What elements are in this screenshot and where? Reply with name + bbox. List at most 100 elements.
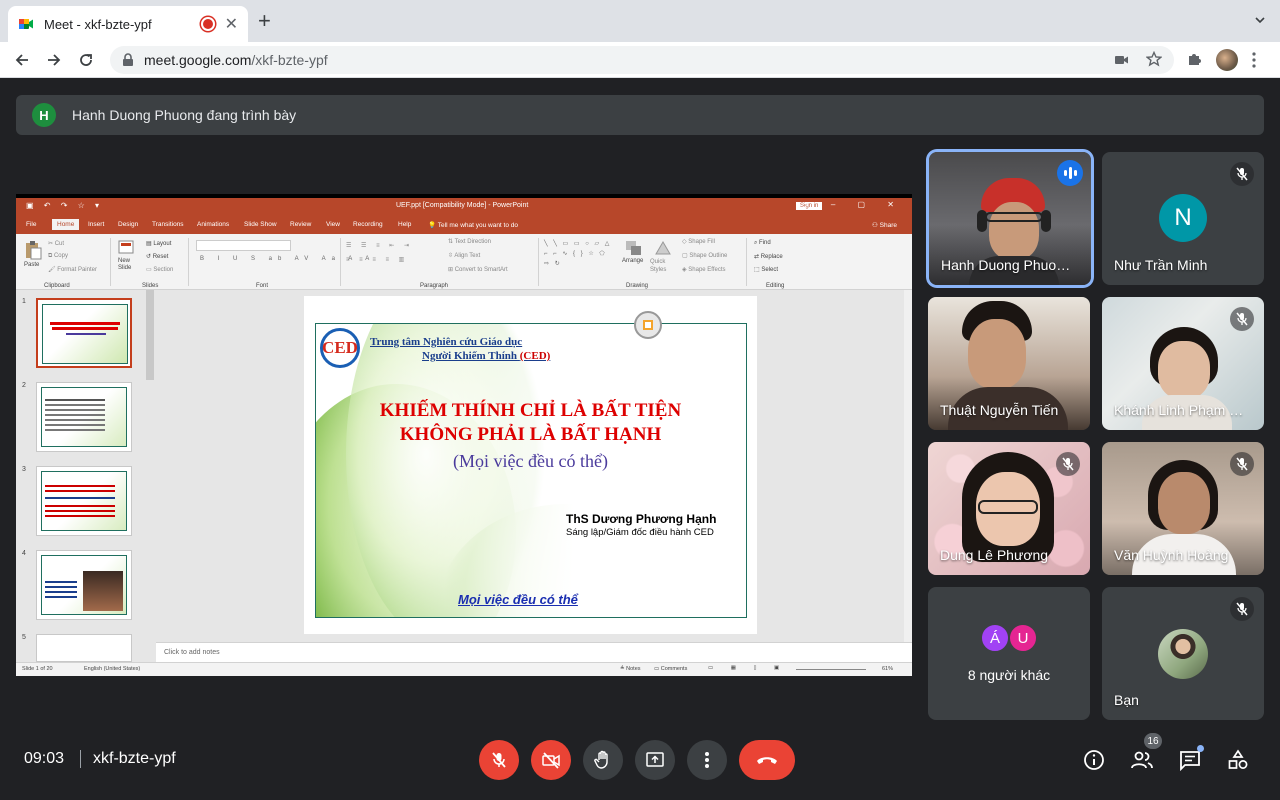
- ppt-align-text-label: Align Text: [454, 253, 481, 259]
- ppt-quick-access-icons: ▣ ↶ ↷ ☆ ▾: [26, 201, 104, 210]
- meet-favicon-icon: [19, 19, 33, 29]
- leave-call-button[interactable]: [739, 740, 795, 780]
- tab-search-chevron-icon[interactable]: [1254, 14, 1266, 26]
- activities-shapes-icon: [1228, 749, 1248, 769]
- activities-button[interactable]: [1226, 748, 1250, 772]
- ppt-select: ⬚ Select: [754, 267, 779, 273]
- slide-thumbnail: [36, 550, 132, 620]
- address-bar[interactable]: meet.google.com/xkf-bzte-ypf: [110, 46, 1174, 74]
- ppt-cut-label: Cut: [54, 241, 65, 247]
- thumb-number: 3: [22, 466, 26, 473]
- extensions-puzzle-icon[interactable]: [1186, 51, 1202, 67]
- ppt-tab-file: File: [26, 221, 37, 228]
- ppt-ribbon-separator: [110, 238, 111, 286]
- browser-tab[interactable]: Meet - xkf-bzte-ypf ✕: [8, 6, 248, 42]
- ppt-layout-label: Layout: [153, 241, 172, 247]
- ppt-tab-slideshow: Slide Show: [244, 221, 277, 228]
- toggle-mic-button[interactable]: [479, 740, 519, 780]
- self-tile[interactable]: Bạn: [1102, 587, 1264, 720]
- tab-title: Meet - xkf-bzte-ypf: [44, 16, 152, 32]
- presenter-avatar: H: [32, 103, 56, 127]
- ppt-tab-review: Review: [290, 221, 312, 228]
- reload-button[interactable]: [76, 50, 96, 70]
- ppt-new-slide-icon: [118, 240, 134, 254]
- ppt-ribbon-separator: [746, 238, 747, 286]
- ppt-shape-effects: ◈ Shape Effects: [682, 267, 726, 273]
- more-options-button[interactable]: [687, 740, 727, 780]
- back-button[interactable]: [12, 50, 32, 70]
- ppt-reset-label: Reset: [152, 254, 169, 260]
- ppt-group-paragraph: Paragraph: [420, 283, 449, 289]
- participant-tile[interactable]: Khánh Linh Phạm …: [1102, 297, 1264, 430]
- participant-tile[interactable]: N Như Trần Minh: [1102, 152, 1264, 285]
- thumb-number: 2: [22, 382, 26, 389]
- present-screen-icon: [646, 752, 664, 767]
- ppt-group-clipboard: Clipboard: [44, 283, 70, 289]
- ppt-tab-animations: Animations: [197, 221, 230, 228]
- ppt-find-label: Find: [759, 240, 771, 246]
- bookmark-star-icon[interactable]: [1146, 51, 1162, 67]
- ppt-text-direction: ⇅ Text Direction: [448, 239, 491, 245]
- new-tab-button[interactable]: +: [258, 10, 271, 32]
- forward-button[interactable]: [44, 50, 64, 70]
- mic-off-icon: [1230, 307, 1254, 331]
- thumb-number: 4: [22, 550, 26, 557]
- participant-tile[interactable]: Hanh Duong Phuo…: [929, 152, 1091, 285]
- ppt-shape-effects-label: Shape Effects: [688, 267, 726, 273]
- slide-thumbnail: [36, 298, 132, 368]
- ppt-copy: ⧉ Copy: [48, 253, 68, 259]
- ppt-new-slide-label: New Slide: [118, 258, 132, 271]
- participant-name: Văn Huỳnh Hoàng: [1114, 547, 1229, 563]
- speaking-indicator-icon: [1057, 160, 1083, 186]
- participant-tile[interactable]: Thuật Nguyễn Tiến: [928, 297, 1090, 430]
- ppt-cut: ✂ Cut: [48, 241, 65, 247]
- meeting-details-button[interactable]: [1082, 748, 1106, 772]
- meeting-clock: 09:03: [24, 750, 65, 767]
- mic-off-icon: [1230, 162, 1254, 186]
- raise-hand-button[interactable]: [583, 740, 623, 780]
- people-button[interactable]: [1130, 748, 1154, 772]
- ppt-quick-styles-icon: [655, 241, 671, 255]
- ced-logo: CED: [320, 328, 360, 368]
- ppt-vertical-scrollbar: [904, 290, 912, 642]
- participant-name: Như Trần Minh: [1114, 257, 1208, 273]
- ppt-section-label: Section: [153, 267, 174, 273]
- chat-unread-dot: [1197, 745, 1204, 752]
- chat-button[interactable]: [1178, 745, 1204, 772]
- ppt-notes-pane: Click to add notes: [156, 642, 912, 662]
- participant-avatar: N: [1159, 194, 1207, 242]
- other-avatar: Á: [980, 623, 1010, 653]
- ppt-convert-smartart-label: Convert to SmartArt: [454, 267, 508, 273]
- meeting-code: xkf-bzte-ypf: [93, 750, 176, 767]
- ppt-status-comments-label: Comments: [660, 666, 688, 672]
- ppt-format-painter-label: Format Painter: [57, 267, 97, 273]
- ppt-group-editing: Editing: [766, 283, 785, 289]
- ppt-share: ⚇ Share: [872, 222, 897, 229]
- chat-icon: [1180, 751, 1200, 771]
- participant-name: Dung Lê Phương: [940, 547, 1049, 563]
- browser-menu-icon[interactable]: [1252, 52, 1256, 68]
- ppt-text-direction-label: Text Direction: [454, 239, 491, 245]
- ppt-select-label: Select: [761, 267, 779, 273]
- ppt-ribbon-separator: [538, 238, 539, 286]
- present-now-button[interactable]: [635, 740, 675, 780]
- slide-subtitle: (Mọi việc đều có thể): [453, 451, 608, 471]
- raise-hand-icon: [594, 750, 608, 769]
- participant-tile[interactable]: Dung Lê Phương: [928, 442, 1090, 575]
- others-tile[interactable]: Á U 8 người khác: [928, 587, 1090, 720]
- ppt-group-font: Font: [256, 283, 269, 289]
- ppt-format-painter: 🖌 Format Painter: [48, 267, 97, 273]
- slide-title-line2: KHÔNG PHẢI LÀ BẤT HẠNH: [399, 424, 662, 445]
- url-host: meet.google.com: [144, 52, 252, 68]
- profile-avatar[interactable]: [1216, 49, 1238, 71]
- participant-tile[interactable]: Văn Huỳnh Hoàng: [1102, 442, 1264, 575]
- camera-off-icon: [542, 752, 560, 769]
- thumb-number: 1: [22, 298, 26, 305]
- camera-in-use-icon[interactable]: [1114, 53, 1130, 67]
- tab-close-icon[interactable]: ✕: [225, 14, 238, 34]
- participant-name: Hanh Duong Phuo…: [941, 257, 1071, 273]
- ppt-tab-insert: Insert: [88, 221, 105, 228]
- toggle-camera-button[interactable]: [531, 740, 571, 780]
- others-count-label: 8 người khác: [967, 667, 1051, 683]
- hang-up-icon: [757, 757, 777, 764]
